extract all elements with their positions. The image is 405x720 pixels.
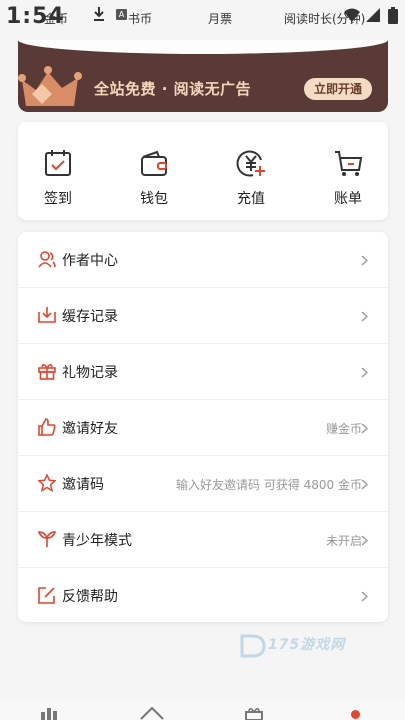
chevron-right-icon — [361, 591, 368, 602]
bottom-tab-bar — [0, 700, 405, 720]
action-label: 账单 — [334, 191, 362, 207]
menu-item-gift-records[interactable]: 礼物记录 — [18, 344, 388, 400]
font-a-icon: A — [116, 9, 127, 20]
yuan-coin-plus-icon — [236, 150, 265, 177]
menu-label: 邀请码 — [62, 477, 104, 493]
chevron-right-icon — [361, 423, 368, 434]
menu-item-invite-friends[interactable]: 邀请好友 赚金币 — [18, 400, 388, 456]
wallet-button[interactable]: 钱包 — [114, 122, 194, 220]
signal-icon — [366, 8, 380, 22]
menu-item-cache-records[interactable]: 缓存记录 — [18, 288, 388, 344]
menu-list: 作者中心 缓存记录 礼物记录 邀请好友 赚金币 邀请码 输入好友邀请码 可获得 … — [18, 232, 388, 622]
calendar-check-icon — [45, 150, 71, 176]
banner-text: 全站免费 · 阅读无广告 — [94, 80, 252, 98]
chevron-right-icon — [361, 255, 368, 266]
status-time: 1:54 — [6, 4, 65, 29]
invite-code-hint: 输入好友邀请码 可获得 4800 金币 — [176, 478, 362, 492]
recharge-button[interactable]: 充值 — [211, 122, 291, 220]
crown-icon — [18, 66, 82, 106]
menu-label: 邀请好友 — [62, 421, 118, 437]
chevron-right-icon — [361, 367, 368, 378]
menu-item-teen-mode[interactable]: 青少年模式 未开启 — [18, 512, 388, 568]
star-icon — [38, 474, 56, 492]
menu-label: 作者中心 — [62, 253, 118, 269]
cart-icon — [335, 151, 363, 176]
edit-icon — [38, 587, 55, 604]
action-label: 签到 — [44, 191, 72, 207]
action-label: 钱包 — [140, 191, 168, 207]
quick-actions-card: 签到 钱包 充值 账单 — [18, 122, 388, 220]
author-icon — [38, 251, 56, 268]
subscribe-button[interactable]: 立即开通 — [304, 78, 372, 100]
status-bar: 金币 书币 月票 阅读时长(分钟) 1:54 A — [0, 0, 405, 34]
chevron-right-icon — [361, 479, 368, 490]
menu-item-invite-code[interactable]: 邀请码 输入好友邀请码 可获得 4800 金币 — [18, 456, 388, 512]
gift-icon — [38, 363, 56, 380]
sign-in-button[interactable]: 签到 — [18, 122, 98, 220]
sprout-icon — [38, 531, 56, 547]
menu-hint: 赚金币 — [325, 422, 362, 436]
tab-gift-icon[interactable] — [244, 708, 264, 720]
tab-home-icon[interactable] — [140, 707, 164, 720]
menu-label: 礼物记录 — [62, 365, 118, 381]
thumbs-up-icon — [38, 418, 56, 436]
action-label: 充值 — [237, 191, 265, 207]
vip-banner[interactable]: 全站免费 · 阅读无广告 立即开通 — [18, 40, 388, 112]
tab-bookshelf-icon[interactable] — [40, 708, 58, 720]
chevron-right-icon — [361, 535, 368, 546]
menu-label: 缓存记录 — [62, 309, 118, 325]
bills-button[interactable]: 账单 — [308, 122, 388, 220]
menu-label: 反馈帮助 — [62, 589, 118, 605]
menu-label: 青少年模式 — [62, 533, 132, 549]
wallet-icon — [141, 150, 167, 176]
chevron-right-icon — [361, 311, 368, 322]
download-icon — [94, 7, 104, 21]
battery-icon — [388, 7, 398, 24]
watermark-text: 175游戏网 — [268, 637, 346, 653]
stat-book-coins[interactable]: 书币 — [128, 10, 152, 27]
download-box-icon — [38, 307, 56, 323]
watermark-logo-icon — [240, 634, 266, 658]
site-watermark: 175游戏网 — [238, 630, 358, 664]
stat-monthly-tickets[interactable]: 月票 — [208, 10, 232, 27]
tab-profile-active-dot[interactable] — [351, 710, 360, 719]
menu-item-author-center[interactable]: 作者中心 — [18, 232, 388, 288]
menu-item-feedback-help[interactable]: 反馈帮助 — [18, 568, 388, 624]
banner-curve — [18, 40, 388, 54]
teen-mode-status: 未开启 — [325, 534, 362, 548]
wifi-icon — [344, 8, 360, 22]
